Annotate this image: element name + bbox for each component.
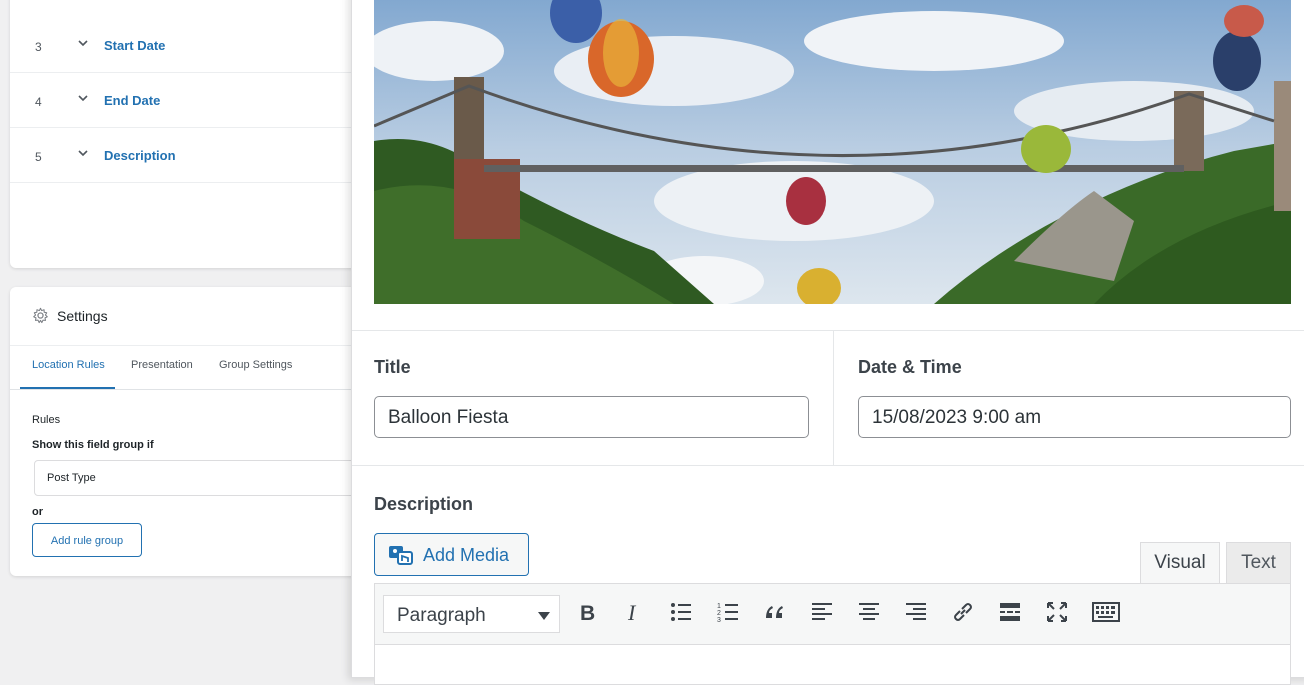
tab-group-settings[interactable]: Group Settings xyxy=(219,359,292,371)
or-label: or xyxy=(32,506,43,518)
format-select[interactable]: Paragraph xyxy=(383,595,560,633)
align-center-icon[interactable] xyxy=(857,600,881,624)
align-left-icon[interactable] xyxy=(810,600,834,624)
field-label[interactable]: Start Date xyxy=(104,38,165,53)
date-time-field-label: Date & Time xyxy=(858,357,962,377)
rule-param-select[interactable]: Post Type xyxy=(34,460,366,496)
keyboard-toolbar-icon[interactable] xyxy=(1092,600,1120,624)
numbered-list-icon[interactable]: 1 2 3 xyxy=(716,600,740,624)
bold-icon[interactable]: B xyxy=(575,600,599,624)
svg-text:3: 3 xyxy=(717,617,721,624)
settings-tabs: Location Rules Presentation Group Settin… xyxy=(10,345,370,390)
tab-presentation[interactable]: Presentation xyxy=(131,359,193,371)
tab-text[interactable]: Text xyxy=(1226,542,1291,584)
field-row-end-date[interactable]: 4 End Date xyxy=(10,73,370,128)
field-row-description[interactable]: 5 Description xyxy=(10,128,370,183)
description-field-label: Description xyxy=(374,494,474,514)
title-field-label: Title xyxy=(374,357,411,377)
rule-param-value: Post Type xyxy=(47,472,96,484)
format-select-value: Paragraph xyxy=(397,605,486,626)
title-input[interactable]: Balloon Fiesta xyxy=(374,396,809,438)
date-time-input[interactable]: 15/08/2023 9:00 am xyxy=(858,396,1291,438)
column-divider xyxy=(833,330,834,465)
add-media-label: Add Media xyxy=(423,545,510,565)
svg-text:B: B xyxy=(580,602,595,624)
tab-visual[interactable]: Visual xyxy=(1140,542,1220,584)
field-label[interactable]: Description xyxy=(104,148,176,163)
svg-text:I: I xyxy=(627,600,637,624)
editor-content-area[interactable] xyxy=(374,645,1291,685)
tab-location-rules[interactable]: Location Rules xyxy=(32,359,105,371)
post-editor-card: Title Balloon Fiesta Date & Time 15/08/2… xyxy=(351,0,1304,685)
field-row-start-date[interactable]: 3 Start Date xyxy=(10,18,370,73)
chevron-down-icon[interactable] xyxy=(76,91,90,105)
dropdown-arrow-icon xyxy=(538,612,550,620)
date-time-input-value: 15/08/2023 9:00 am xyxy=(872,407,1042,428)
field-order-number: 3 xyxy=(35,40,42,54)
field-label[interactable]: End Date xyxy=(104,93,160,108)
rules-label: Rules xyxy=(32,414,61,426)
editor-toolbar: Paragraph B I 1 2 3 xyxy=(374,583,1291,645)
field-order-number: 5 xyxy=(35,150,42,164)
active-tab-indicator xyxy=(20,387,115,389)
settings-panel: Settings Location Rules Presentation Gro… xyxy=(10,287,370,576)
gear-icon xyxy=(33,307,48,324)
divider xyxy=(352,465,1304,466)
featured-photo xyxy=(374,0,1291,304)
link-icon[interactable] xyxy=(951,600,975,624)
fullscreen-icon[interactable] xyxy=(1045,600,1069,624)
chevron-down-icon[interactable] xyxy=(76,36,90,50)
settings-header: Settings xyxy=(10,287,370,346)
divider xyxy=(352,330,1304,331)
svg-text:2: 2 xyxy=(717,610,721,617)
add-media-button[interactable]: Add Media xyxy=(374,533,529,576)
settings-title: Settings xyxy=(57,308,108,324)
blockquote-icon[interactable] xyxy=(763,600,787,624)
read-more-icon[interactable] xyxy=(998,600,1022,624)
fields-list-panel: 3 Start Date 4 End Date 5 Description xyxy=(10,0,370,268)
svg-text:1: 1 xyxy=(717,603,721,610)
media-icon xyxy=(389,546,413,565)
italic-icon[interactable]: I xyxy=(622,600,646,624)
chevron-down-icon[interactable] xyxy=(76,146,90,160)
add-rule-group-button[interactable]: Add rule group xyxy=(32,523,142,557)
title-input-value: Balloon Fiesta xyxy=(388,407,509,428)
show-if-label: Show this field group if xyxy=(32,439,154,451)
align-right-icon[interactable] xyxy=(904,600,928,624)
bullet-list-icon[interactable] xyxy=(669,600,693,624)
field-order-number: 4 xyxy=(35,95,42,109)
